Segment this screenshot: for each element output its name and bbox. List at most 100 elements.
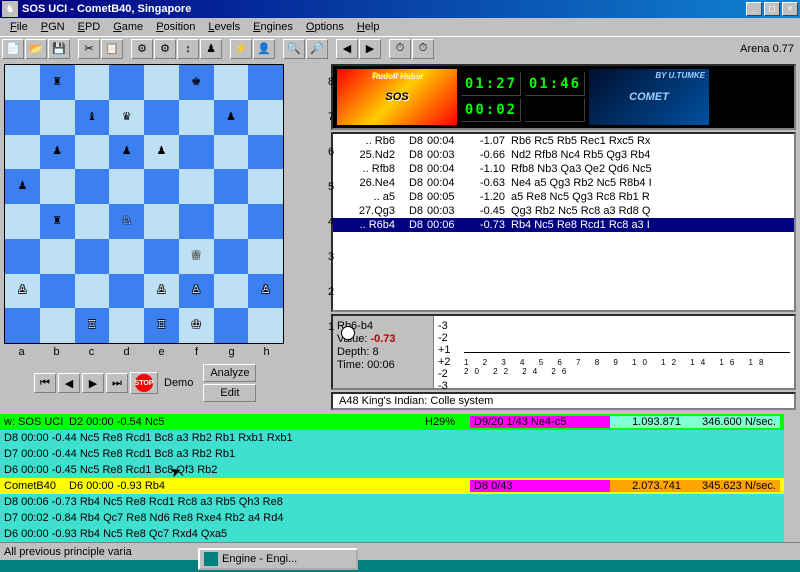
square[interactable] [109, 239, 144, 274]
square[interactable] [5, 65, 40, 100]
tool-next[interactable]: ▶ [359, 39, 381, 59]
square[interactable] [109, 308, 144, 343]
square[interactable] [144, 169, 179, 204]
scroll-down-icon[interactable]: ▼ [784, 526, 800, 542]
square[interactable] [5, 135, 40, 170]
square[interactable] [248, 308, 283, 343]
move-row[interactable]: .. Rb6D800:04-1.07Rb6 Rc5 Rb5 Rec1 Rxc5 … [333, 134, 794, 148]
square[interactable]: ♟ [214, 100, 249, 135]
square[interactable] [248, 204, 283, 239]
engine1-pv-row[interactable]: D8 00:00 -0.44 Nc5 Re8 Rcd1 Bc8 a3 Rb2 R… [0, 430, 800, 446]
engine2-pv-row[interactable]: D7 00:02 -0.84 Rb4 Qc7 Re8 Nd6 Re8 Rxe4 … [0, 510, 800, 526]
close-button[interactable]: × [782, 2, 798, 16]
square[interactable] [40, 100, 75, 135]
menu-engines[interactable]: Engines [247, 20, 299, 34]
square[interactable]: ♜ [40, 65, 75, 100]
nav-first-button[interactable]: ⏮ [34, 373, 56, 393]
menu-levels[interactable]: Levels [202, 20, 246, 34]
square[interactable] [214, 308, 249, 343]
demo-label[interactable]: Demo [164, 377, 193, 389]
menu-game[interactable]: Game [107, 20, 149, 34]
square[interactable] [40, 274, 75, 309]
square[interactable] [179, 100, 214, 135]
square[interactable] [248, 135, 283, 170]
square[interactable] [109, 169, 144, 204]
square[interactable]: ♟ [40, 135, 75, 170]
square[interactable] [214, 204, 249, 239]
square[interactable] [75, 169, 110, 204]
square[interactable] [248, 239, 283, 274]
move-row[interactable]: 26.Ne4D800:04-0.63Ne4 a5 Qg3 Rb2 Nc5 R8b… [333, 176, 794, 190]
square[interactable] [248, 100, 283, 135]
square[interactable] [179, 204, 214, 239]
move-row[interactable]: .. R6b4D800:06-0.73Rb4 Nc5 Re8 Rcd1 Rc8 … [333, 218, 794, 232]
eval-graph[interactable]: -3-2+1+2-2-3 1 2 3 4 5 6 7 8 9 10 12 14 … [433, 316, 794, 388]
chess-board[interactable]: ♜♚♝♛♟♟♟♟♟♜♘♕♙♙♙♙♖♖♔ [4, 64, 284, 344]
nav-prev-button[interactable]: ◀ [58, 373, 80, 393]
maximize-button[interactable]: □ [764, 2, 780, 16]
engine1-header[interactable]: w: SOS UCI D2 00:00 -0.54 Nc5 H29% D9/20… [0, 414, 800, 430]
edit-button[interactable]: Edit [203, 384, 256, 402]
menu-options[interactable]: Options [300, 20, 350, 34]
square[interactable] [214, 135, 249, 170]
tool-engine2[interactable]: ⚙ [154, 39, 176, 59]
engine1-pv-row[interactable]: D6 00:00 -0.45 Nc5 Re8 Rcd1 Bc8 Qf3 Rb2 … [0, 462, 800, 478]
engine2-pv-row[interactable]: D8 00:06 -0.73 Rb4 Nc5 Re8 Rcd1 Rc8 a3 R… [0, 494, 800, 510]
menu-position[interactable]: Position [150, 20, 201, 34]
move-row[interactable]: 27.Qg3D800:03-0.45Qg3 Rb2 Nc5 Rc8 a3 Rd8… [333, 204, 794, 218]
square[interactable] [40, 239, 75, 274]
square[interactable] [75, 239, 110, 274]
tool-setup[interactable]: ♟ [200, 39, 222, 59]
tool-clock2[interactable]: ⏱ [412, 39, 434, 59]
tool-open[interactable]: 📂 [25, 39, 47, 59]
square[interactable] [214, 239, 249, 274]
menu-epd[interactable]: EPD [72, 20, 107, 34]
tool-engine1[interactable]: ⚙ [131, 39, 153, 59]
scroll-up-icon[interactable]: ▲ [784, 414, 800, 430]
square[interactable] [144, 65, 179, 100]
square[interactable]: ♙ [144, 274, 179, 309]
square[interactable] [214, 65, 249, 100]
square[interactable] [214, 274, 249, 309]
square[interactable] [75, 135, 110, 170]
move-list[interactable]: .. Rb6D800:04-1.07Rb6 Rc5 Rb5 Rec1 Rxc5 … [331, 132, 796, 312]
menu-pgn[interactable]: PGN [35, 20, 71, 34]
square[interactable] [75, 274, 110, 309]
stop-button[interactable]: STOP [130, 372, 158, 394]
square[interactable]: ♘ [109, 204, 144, 239]
square[interactable]: ♙ [248, 274, 283, 309]
square[interactable] [75, 204, 110, 239]
square[interactable] [40, 308, 75, 343]
square[interactable] [109, 65, 144, 100]
engine2-header[interactable]: CometB40 D6 00:00 -0.93 Rb4 D8 0/43 2.07… [0, 478, 800, 494]
analyze-button[interactable]: Analyze [203, 364, 256, 382]
scroll-up-icon[interactable]: ▲ [784, 478, 800, 494]
square[interactable] [179, 135, 214, 170]
engine1-pv-row[interactable]: D7 00:00 -0.44 Nc5 Re8 Rcd1 Bc8 a3 Rb2 R… [0, 446, 800, 462]
square[interactable] [248, 169, 283, 204]
square[interactable] [179, 169, 214, 204]
square[interactable]: ♖ [144, 308, 179, 343]
square[interactable] [144, 204, 179, 239]
square[interactable] [248, 65, 283, 100]
tool-copy[interactable]: 📋 [101, 39, 123, 59]
square[interactable] [5, 100, 40, 135]
square[interactable]: ♔ [179, 308, 214, 343]
taskbar-button[interactable]: Engine - Engi... [198, 548, 358, 570]
tool-new[interactable]: 📄 [2, 39, 24, 59]
menu-file[interactable]: File [4, 20, 34, 34]
nav-next-button[interactable]: ▶ [82, 373, 104, 393]
square[interactable] [214, 169, 249, 204]
tool-save[interactable]: 💾 [48, 39, 70, 59]
tool-lightning[interactable]: ⚡ [230, 39, 252, 59]
square[interactable] [40, 169, 75, 204]
square[interactable]: ♙ [179, 274, 214, 309]
square[interactable]: ♟ [144, 135, 179, 170]
minimize-button[interactable]: _ [746, 2, 762, 16]
tool-zoom-in[interactable]: 🔎 [306, 39, 328, 59]
square[interactable]: ♟ [109, 135, 144, 170]
square[interactable]: ♟ [5, 169, 40, 204]
square[interactable] [5, 239, 40, 274]
square[interactable] [5, 204, 40, 239]
square[interactable]: ♜ [40, 204, 75, 239]
